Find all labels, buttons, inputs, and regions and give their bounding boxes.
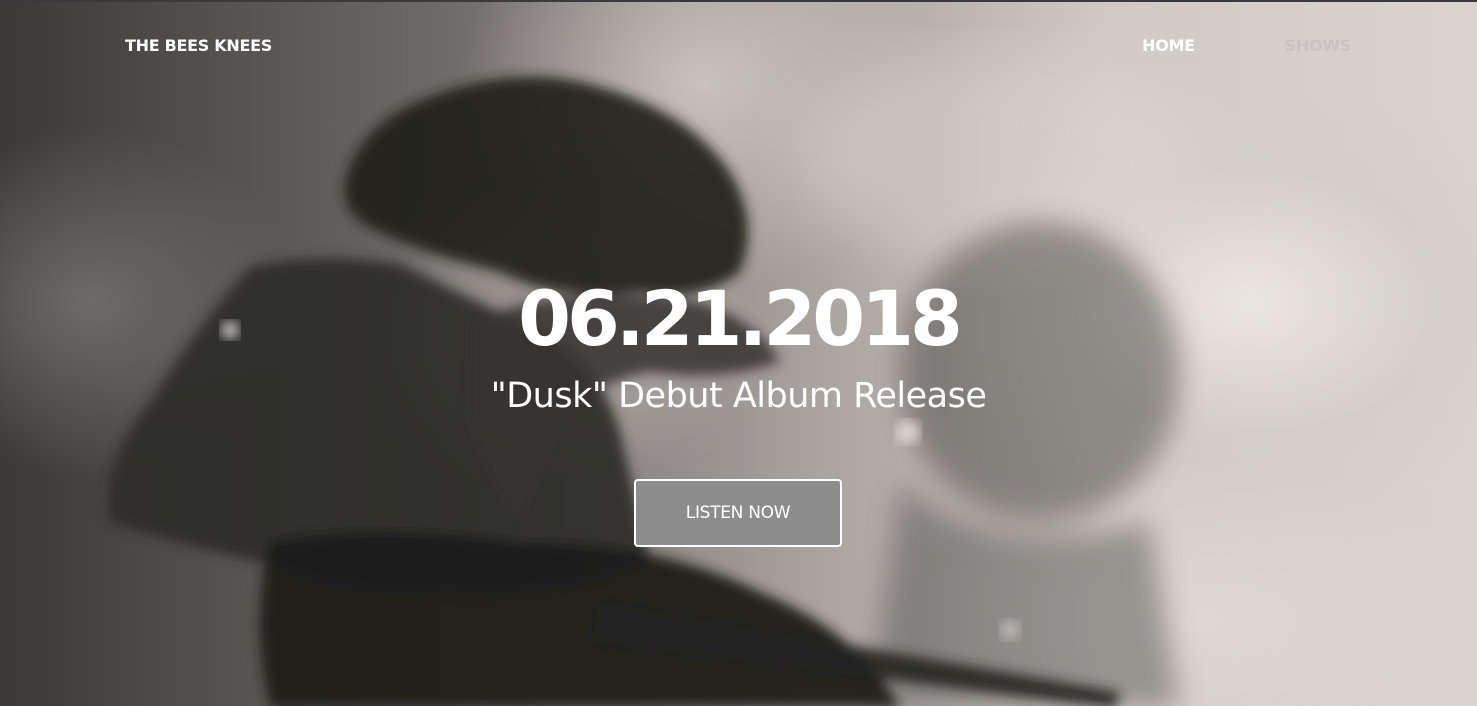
hero-section: THE BEES KNEES HOME SHOWS 06.21.2018 "Du… [0, 0, 1477, 706]
top-navigation: THE BEES KNEES HOME SHOWS [0, 35, 1477, 59]
release-subtitle: "Dusk" Debut Album Release [490, 376, 987, 416]
nav-link-shows[interactable]: SHOWS [1285, 35, 1352, 57]
listen-now-button[interactable]: LISTEN NOW [634, 479, 842, 547]
release-date-heading: 06.21.2018 [518, 274, 963, 363]
hero-content: 06.21.2018 "Dusk" Debut Album Release [0, 274, 1477, 418]
nav-link-home[interactable]: HOME [1142, 35, 1195, 57]
site-brand[interactable]: THE BEES KNEES [125, 35, 272, 57]
nav-links: HOME SHOWS [1142, 35, 1351, 57]
